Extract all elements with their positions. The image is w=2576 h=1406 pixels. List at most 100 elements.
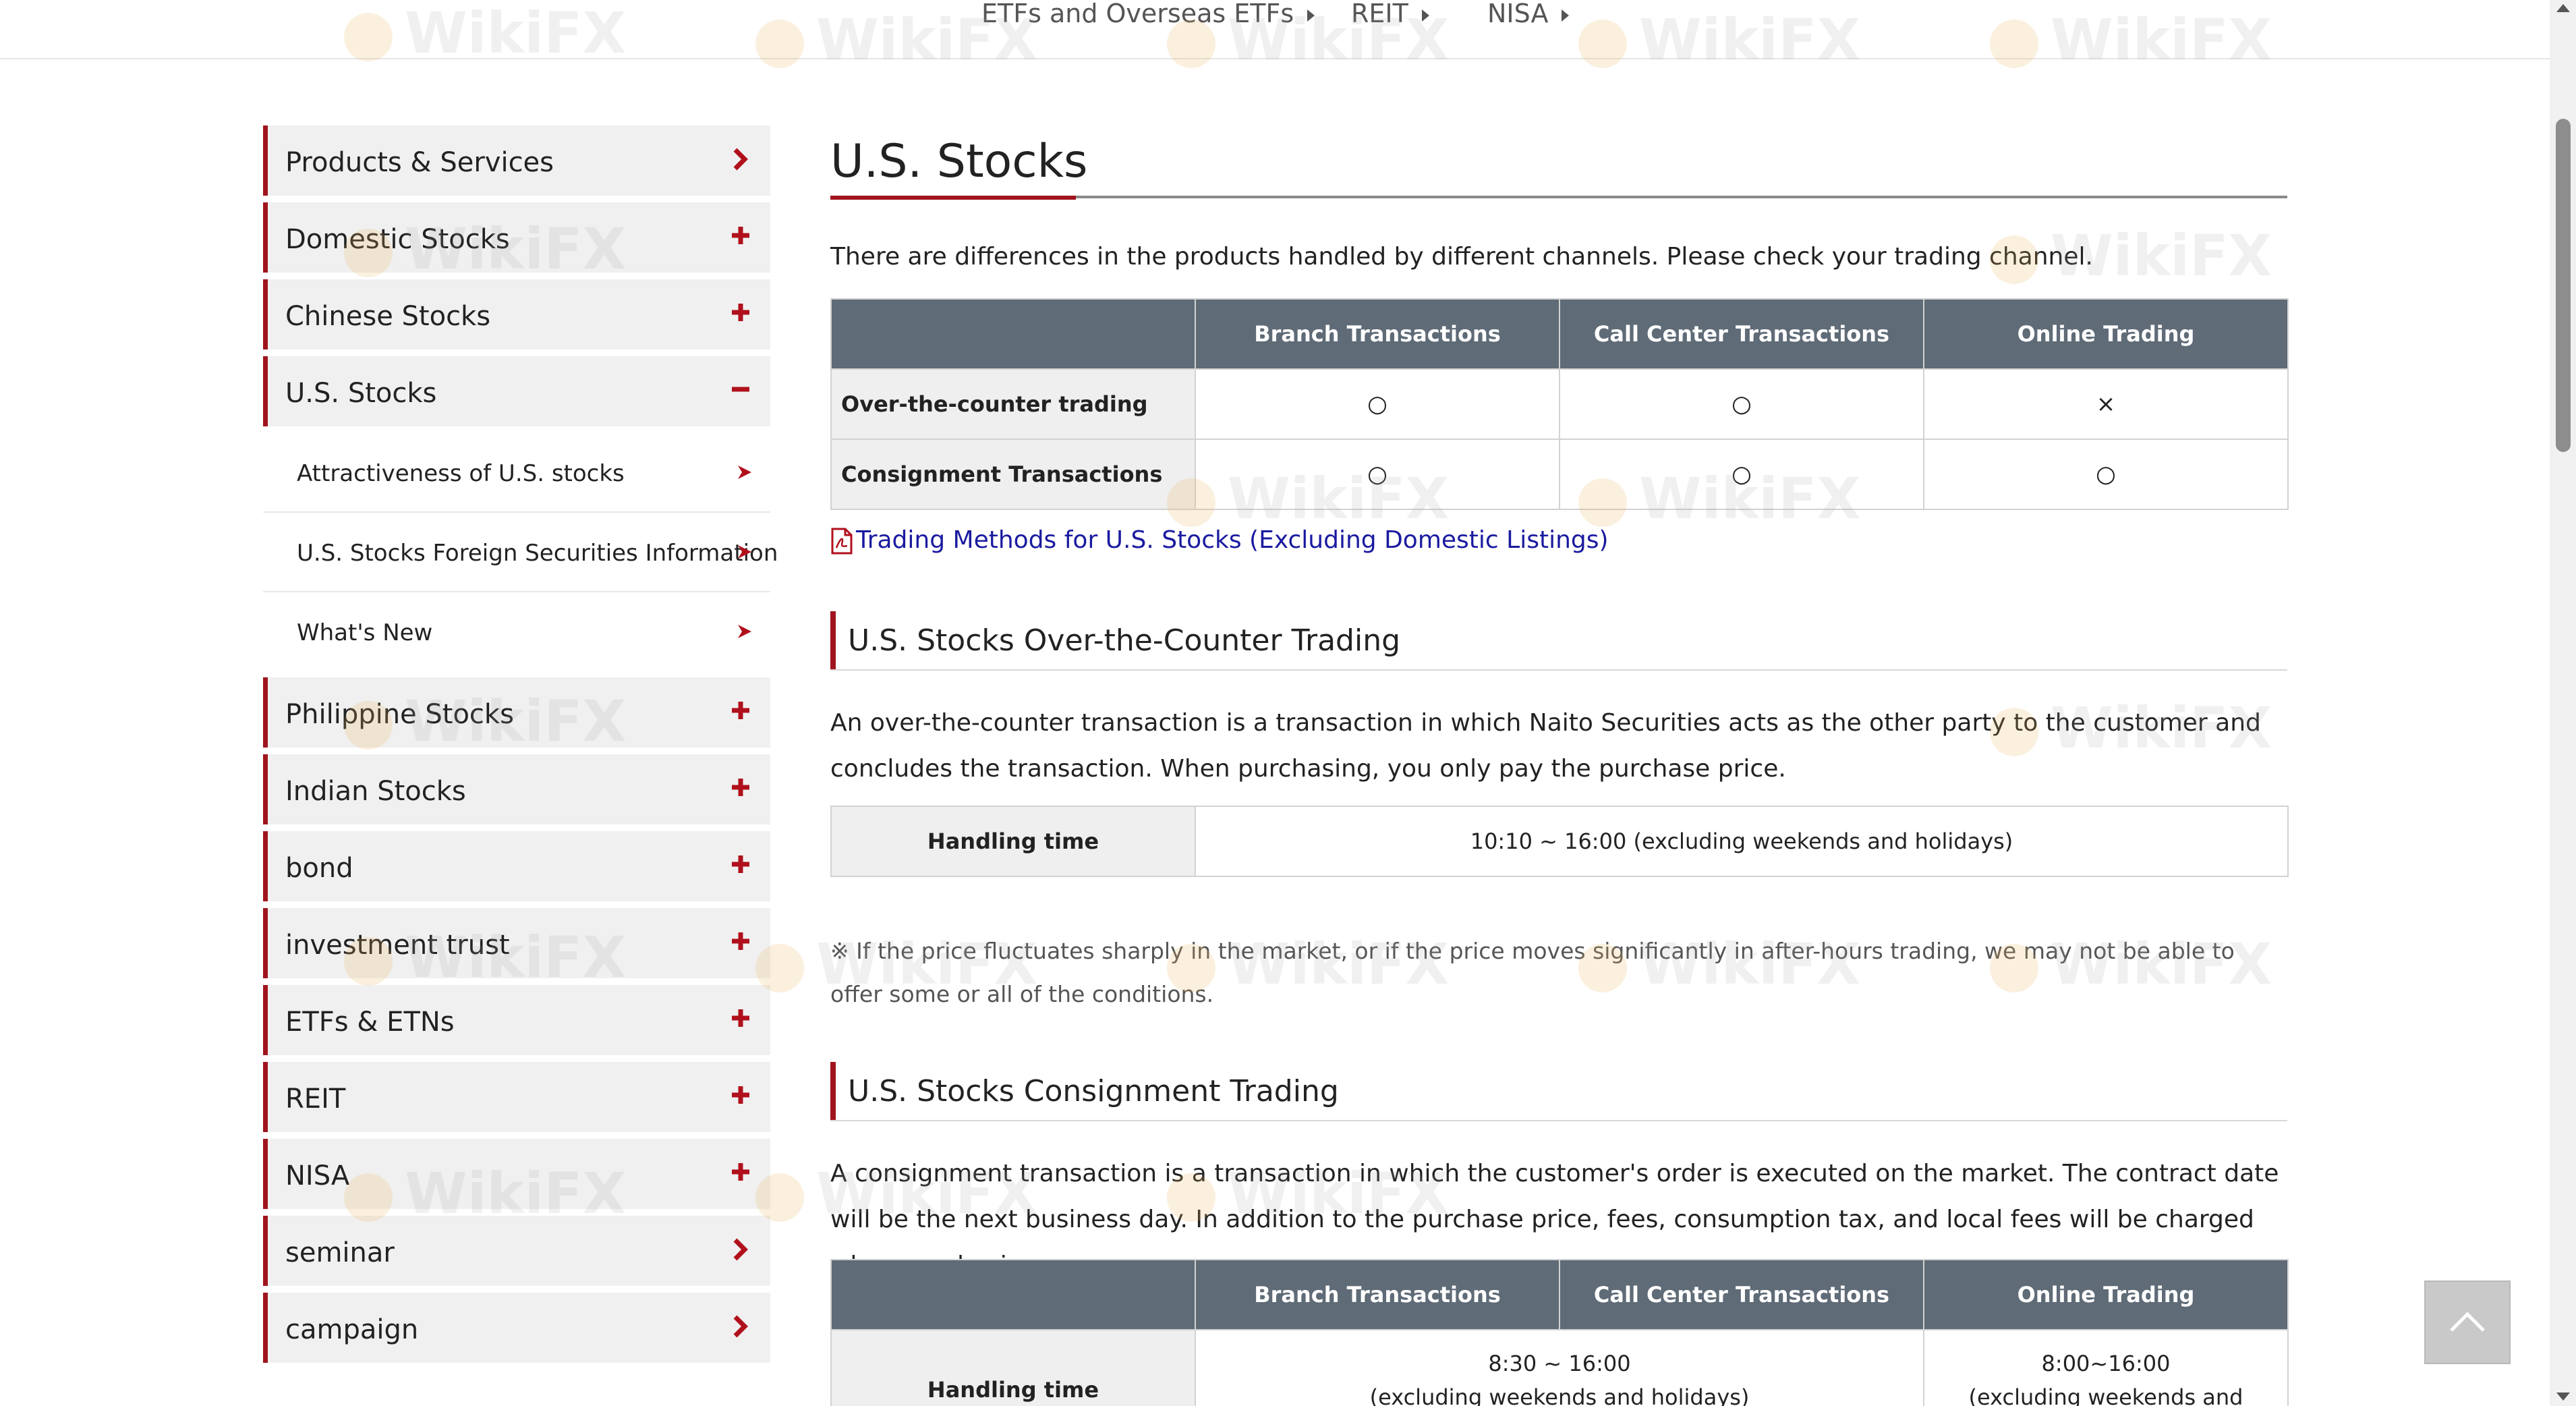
sidebar-item-us-stocks[interactable]: U.S. Stocks bbox=[263, 356, 770, 426]
plus-icon[interactable] bbox=[727, 773, 754, 803]
table-header-cell: Branch Transactions bbox=[1195, 298, 1560, 370]
consignment-handling-table: Branch Transactions Call Center Transact… bbox=[830, 1259, 2289, 1406]
intro-text: There are differences in the products ha… bbox=[830, 243, 2093, 271]
arrow-right-icon[interactable] bbox=[734, 463, 754, 482]
topnav-item-nisa[interactable]: NISA bbox=[1487, 0, 1570, 28]
sidebar-item-indian-stocks[interactable]: Indian Stocks bbox=[263, 754, 770, 824]
sidebar-item-label[interactable]: Products & Services bbox=[285, 147, 554, 178]
watermark: WikiFX bbox=[1578, 931, 1860, 997]
section-heading-bar bbox=[830, 1062, 836, 1120]
table-row-header: Handling time bbox=[830, 806, 1196, 877]
online-note: (excluding weekends and holidays) bbox=[1968, 1384, 2243, 1406]
plus-icon[interactable] bbox=[727, 696, 754, 726]
online-time: 8:00~16:00 bbox=[2041, 1351, 2171, 1376]
sidebar-item-label[interactable]: Indian Stocks bbox=[285, 776, 466, 807]
sidebar-subitem-foreign-securities-info[interactable]: U.S. Stocks Foreign Securities Informati… bbox=[263, 513, 778, 592]
watermark: WikiFX bbox=[1167, 1160, 1449, 1227]
branch-callcenter-time: 8:30 ~ 16:00 bbox=[1488, 1351, 1631, 1376]
plus-icon[interactable] bbox=[727, 298, 754, 328]
table-header-cell: Call Center Transactions bbox=[1559, 298, 1924, 370]
back-to-top-button[interactable] bbox=[2424, 1281, 2511, 1364]
plus-icon[interactable] bbox=[727, 927, 754, 957]
sidebar-item-label[interactable]: campaign bbox=[285, 1314, 418, 1345]
watermark: WikiFX bbox=[344, 688, 626, 754]
table-row: Handling time 10:10 ~ 16:00 (excluding w… bbox=[830, 806, 2289, 877]
chevron-right-icon[interactable] bbox=[727, 144, 754, 174]
watermark: WikiFX bbox=[755, 7, 1037, 73]
section-heading-otc: U.S. Stocks Over-the-Counter Trading bbox=[830, 611, 2287, 671]
section-heading-text: U.S. Stocks Consignment Trading bbox=[848, 1074, 1339, 1108]
table-cell: 8:30 ~ 16:00 (excluding weekends and hol… bbox=[1195, 1329, 1924, 1406]
plus-icon[interactable] bbox=[727, 1158, 754, 1187]
sidebar-subitem-label[interactable]: Attractiveness of U.S. stocks bbox=[297, 460, 625, 487]
table-cell: ○ bbox=[1559, 368, 1924, 440]
topnav-item-label[interactable]: NISA bbox=[1487, 0, 1548, 28]
caret-right-icon bbox=[1562, 9, 1570, 22]
table-row-header: Consignment Transactions bbox=[830, 439, 1196, 510]
vertical-scrollbar[interactable] bbox=[2550, 0, 2576, 1406]
table-cell: ○ bbox=[1195, 368, 1560, 440]
channels-table: Branch Transactions Call Center Transact… bbox=[830, 298, 2289, 510]
watermark: WikiFX bbox=[1167, 7, 1449, 73]
sidebar-subitem-label[interactable]: What's New bbox=[297, 619, 432, 646]
watermark: WikiFX bbox=[1578, 466, 1860, 532]
section-heading-bar bbox=[830, 611, 836, 669]
plus-icon[interactable] bbox=[727, 1004, 754, 1034]
sidebar-item-label[interactable]: seminar bbox=[285, 1237, 395, 1268]
sidebar-item-etfs-etns[interactable]: ETFs & ETNs bbox=[263, 985, 770, 1055]
minus-icon[interactable] bbox=[727, 375, 754, 405]
plus-icon[interactable] bbox=[727, 850, 754, 880]
page-title: U.S. Stocks bbox=[830, 135, 1088, 188]
table-row: Handling time 8:30 ~ 16:00 (excluding we… bbox=[830, 1329, 2289, 1406]
watermark: WikiFX bbox=[344, 0, 626, 66]
table-header-row: Branch Transactions Call Center Transact… bbox=[830, 1259, 2289, 1330]
watermark: WikiFX bbox=[1167, 466, 1449, 532]
sidebar-subitem-label[interactable]: U.S. Stocks Foreign Securities Informati… bbox=[297, 540, 778, 567]
table-row-header: Handling time bbox=[830, 1329, 1196, 1406]
sidebar-item-reit[interactable]: REIT bbox=[263, 1062, 770, 1132]
watermark: WikiFX bbox=[344, 216, 626, 282]
page-canvas: ETFs and Overseas ETFs REIT NISA Product… bbox=[0, 0, 2576, 1406]
sidebar-item-label[interactable]: Chinese Stocks bbox=[285, 301, 490, 332]
sidebar-item-label[interactable]: NISA bbox=[285, 1160, 349, 1191]
watermark: WikiFX bbox=[1578, 7, 1860, 73]
watermark: WikiFX bbox=[1990, 223, 2272, 289]
plus-icon[interactable] bbox=[727, 221, 754, 251]
scroll-down-arrow-icon[interactable] bbox=[2556, 1393, 2570, 1401]
sidebar-item-label[interactable]: REIT bbox=[285, 1084, 345, 1115]
pdf-file-icon bbox=[831, 528, 853, 555]
table-header-blank bbox=[830, 298, 1196, 370]
title-underline bbox=[830, 196, 2287, 200]
table-header-cell: Online Trading bbox=[1923, 1259, 2289, 1330]
watermark: WikiFX bbox=[1167, 931, 1449, 997]
watermark: WikiFX bbox=[755, 1160, 1037, 1227]
sidebar-item-chinese-stocks[interactable]: Chinese Stocks bbox=[263, 279, 770, 349]
scrollbar-thumb[interactable] bbox=[2556, 119, 2571, 452]
table-header-row: Branch Transactions Call Center Transact… bbox=[830, 298, 2289, 370]
watermark: WikiFX bbox=[755, 931, 1037, 997]
sidebar-item-label[interactable]: bond bbox=[285, 853, 353, 884]
sidebar-subitem-whats-new[interactable]: What's New bbox=[263, 592, 770, 671]
table-row-header: Over-the-counter trading bbox=[830, 368, 1196, 440]
sidebar-item-label[interactable]: ETFs & ETNs bbox=[285, 1007, 455, 1038]
sidebar-subitem-attractiveness[interactable]: Attractiveness of U.S. stocks bbox=[263, 433, 770, 513]
chevron-right-icon[interactable] bbox=[727, 1235, 754, 1264]
scroll-up-arrow-icon[interactable] bbox=[2556, 4, 2570, 12]
arrow-right-icon[interactable] bbox=[734, 622, 754, 641]
table-header-cell: Online Trading bbox=[1923, 298, 2289, 370]
table-cell: ○ bbox=[1923, 439, 2289, 510]
chevron-right-icon[interactable] bbox=[727, 1312, 754, 1341]
arrow-right-icon[interactable] bbox=[734, 542, 754, 561]
plus-icon[interactable] bbox=[727, 1081, 754, 1110]
watermark: WikiFX bbox=[1990, 931, 2272, 997]
title-underline-accent bbox=[830, 196, 1076, 200]
sidebar-item-campaign[interactable]: campaign bbox=[263, 1293, 770, 1363]
sidebar-item-label[interactable]: U.S. Stocks bbox=[285, 378, 436, 409]
sidebar-item-products-services[interactable]: Products & Services bbox=[263, 125, 770, 196]
table-header-cell: Call Center Transactions bbox=[1559, 1259, 1924, 1330]
branch-callcenter-note: (excluding weekends and holidays) bbox=[1369, 1384, 1750, 1406]
table-cell: × bbox=[1923, 368, 2289, 440]
watermark: WikiFX bbox=[1990, 7, 2272, 73]
sidebar-item-bond[interactable]: bond bbox=[263, 831, 770, 901]
section-heading-text: U.S. Stocks Over-the-Counter Trading bbox=[848, 623, 1401, 658]
